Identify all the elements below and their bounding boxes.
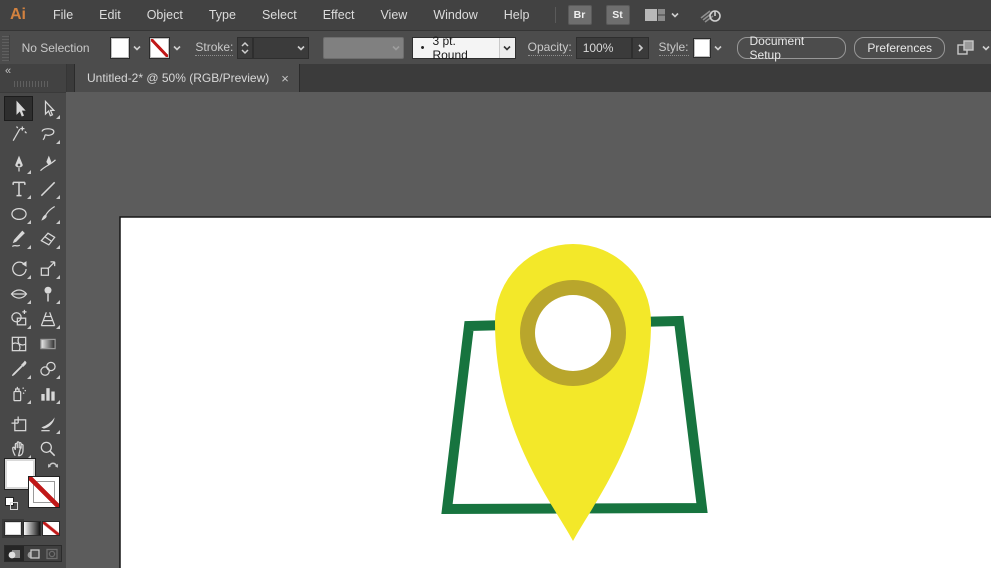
- menu-select[interactable]: Select: [249, 0, 310, 30]
- illustrator-window: Ai File Edit Object Type Select Effect V…: [0, 0, 991, 568]
- width-tool[interactable]: [4, 281, 33, 306]
- opacity-label[interactable]: Opacity:: [527, 40, 572, 56]
- power-sync-icon[interactable]: [698, 6, 724, 24]
- arrange-documents-chevron-down-icon[interactable]: [981, 43, 991, 53]
- selection-tool[interactable]: [4, 96, 33, 121]
- gradient-tool[interactable]: [33, 331, 62, 356]
- document-tab-title: Untitled-2* @ 50% (RGB/Preview): [87, 71, 270, 85]
- stroke-color-swatch[interactable]: [149, 37, 171, 59]
- brush-chevron-down-icon[interactable]: [499, 38, 515, 58]
- variable-width-dropdown: [322, 37, 404, 59]
- swap-fill-stroke-icon[interactable]: [46, 458, 60, 477]
- pen-tool[interactable]: [4, 151, 33, 176]
- rotate-tool[interactable]: [4, 256, 33, 281]
- fill-stroke-proxy: [4, 458, 62, 514]
- workspace-chevron-down-icon[interactable]: [670, 10, 680, 20]
- arrange-documents-icon[interactable]: [955, 39, 977, 57]
- panel-grip[interactable]: [2, 35, 10, 61]
- menu-file[interactable]: File: [40, 0, 86, 30]
- bridge-button[interactable]: Br: [567, 5, 592, 25]
- style-swatch[interactable]: [692, 38, 712, 58]
- draw-inside-button: [42, 546, 61, 561]
- blend-tool[interactable]: [33, 356, 62, 381]
- symbol-sprayer-tool[interactable]: [4, 381, 33, 406]
- brush-definition-dropdown[interactable]: • 3 pt. Round: [411, 34, 516, 62]
- workspace-switcher-icon[interactable]: [644, 7, 666, 23]
- style-label[interactable]: Style:: [658, 40, 689, 56]
- gradient-button[interactable]: [23, 521, 41, 536]
- paintbrush-tool[interactable]: [33, 201, 62, 226]
- document-setup-button[interactable]: Document Setup: [736, 34, 847, 62]
- puppet-warp-tool[interactable]: [33, 281, 62, 306]
- color-button[interactable]: [4, 521, 22, 536]
- menu-effect[interactable]: Effect: [310, 0, 368, 30]
- stock-button[interactable]: St: [605, 5, 630, 25]
- artboard-tool[interactable]: [4, 411, 33, 436]
- selection-status: No Selection: [21, 41, 90, 55]
- tab-close-icon[interactable]: ×: [281, 72, 289, 85]
- menu-help[interactable]: Help: [491, 0, 543, 30]
- line-segment-tool[interactable]: [33, 176, 62, 201]
- document-tab[interactable]: Untitled-2* @ 50% (RGB/Preview) ×: [74, 64, 300, 92]
- brush-definition-value: 3 pt. Round: [432, 34, 468, 62]
- menu-object[interactable]: Object: [134, 0, 196, 30]
- eraser-tool[interactable]: [33, 226, 62, 251]
- type-tool[interactable]: [4, 176, 33, 201]
- column-graph-tool[interactable]: [33, 381, 62, 406]
- paint-style-buttons: [4, 521, 62, 536]
- fill-chevron-down-icon[interactable]: [130, 38, 143, 58]
- style-chevron-down-icon[interactable]: [711, 38, 724, 58]
- fill-color-swatch[interactable]: [109, 37, 131, 59]
- preferences-button[interactable]: Preferences: [854, 37, 946, 59]
- shaper-tool[interactable]: [4, 226, 33, 251]
- stroke-weight-label[interactable]: Stroke:: [195, 40, 234, 56]
- draw-normal-button[interactable]: [5, 546, 24, 561]
- pin-ring-hole[interactable]: [535, 295, 611, 371]
- menu-separator: [554, 7, 556, 23]
- perspective-grid-tool[interactable]: [33, 306, 62, 331]
- opacity-chevron-right-icon[interactable]: [632, 37, 649, 59]
- stroke-chevron-down-icon[interactable]: [170, 38, 183, 58]
- ellipse-tool[interactable]: [4, 201, 33, 226]
- menu-bar: Ai File Edit Object Type Select Effect V…: [0, 0, 991, 30]
- tool-grid: [4, 96, 62, 461]
- canvas-area[interactable]: [66, 92, 991, 568]
- brush-bullet: •: [420, 42, 425, 54]
- illustrator-logo: Ai: [10, 6, 26, 23]
- control-bar: No Selection Stroke: • 3 pt. Round Opaci…: [0, 30, 991, 66]
- menu-view[interactable]: View: [367, 0, 420, 30]
- tools-panel-header: «: [0, 64, 66, 93]
- panel-drag-grip[interactable]: [14, 81, 50, 87]
- slice-tool[interactable]: [33, 411, 62, 436]
- lasso-tool[interactable]: [33, 121, 62, 146]
- tools-panel: «: [0, 64, 67, 568]
- scale-tool[interactable]: [33, 256, 62, 281]
- stroke-weight-dropdown[interactable]: [252, 37, 309, 59]
- shape-builder-tool[interactable]: [4, 306, 33, 331]
- drawing-mode-buttons: [4, 545, 62, 562]
- magic-wand-tool[interactable]: [4, 121, 33, 146]
- collapse-panel-icon[interactable]: «: [5, 65, 11, 77]
- mesh-tool[interactable]: [4, 331, 33, 356]
- menu-window[interactable]: Window: [420, 0, 490, 30]
- stroke-proxy-swatch[interactable]: [28, 476, 60, 508]
- eyedropper-tool[interactable]: [4, 356, 33, 381]
- menu-edit[interactable]: Edit: [86, 0, 134, 30]
- draw-behind-button[interactable]: [24, 546, 43, 561]
- default-fill-stroke-icon[interactable]: [4, 496, 19, 516]
- none-button[interactable]: [42, 521, 60, 536]
- curvature-tool[interactable]: [33, 151, 62, 176]
- artwork-svg: [119, 216, 991, 568]
- stroke-weight-stepper[interactable]: [237, 37, 253, 59]
- menu-type[interactable]: Type: [196, 0, 249, 30]
- document-tab-bar: Untitled-2* @ 50% (RGB/Preview) ×: [66, 64, 991, 93]
- direct-selection-tool[interactable]: [33, 96, 62, 121]
- opacity-input[interactable]: 100%: [575, 37, 633, 59]
